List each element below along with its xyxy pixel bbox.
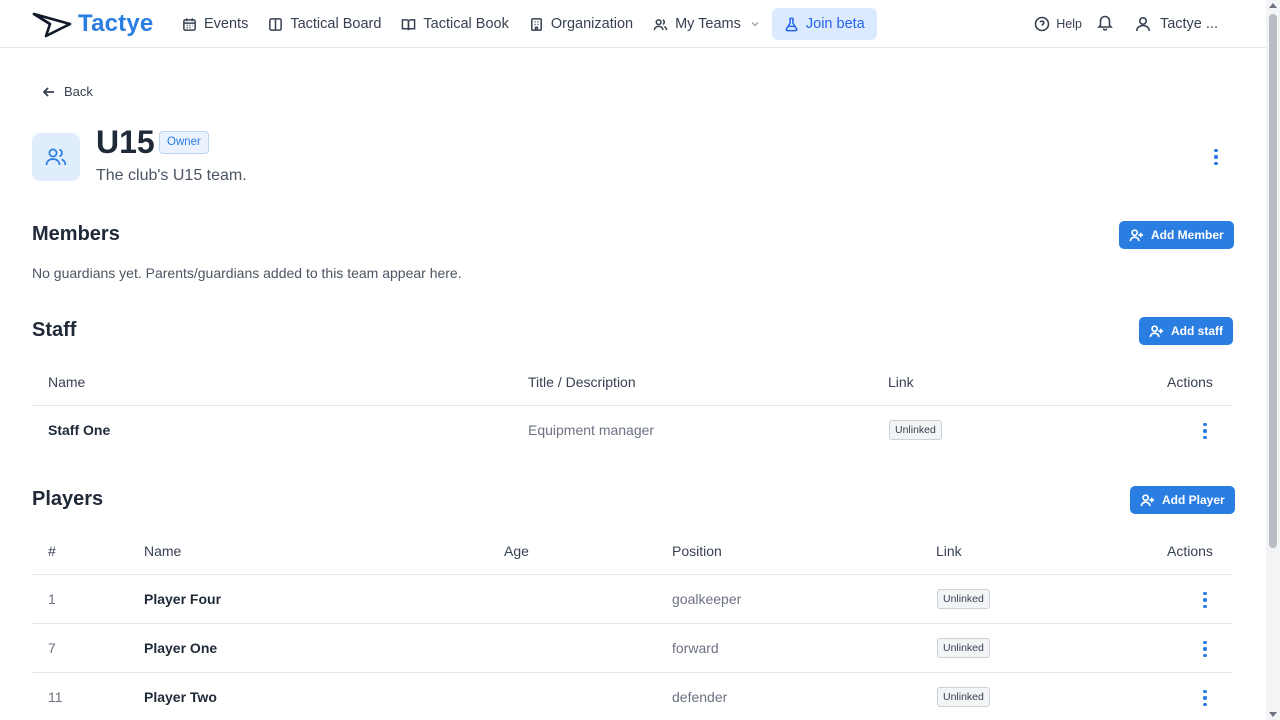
page-title: U15: [96, 124, 155, 160]
board-icon: [269, 17, 283, 31]
add-member-label: Add Member: [1151, 228, 1224, 242]
row-actions-button[interactable]: [1195, 589, 1215, 611]
nav-item-my-teams[interactable]: My Teams: [645, 8, 768, 40]
column-header-name[interactable]: Name: [144, 543, 181, 559]
nav-item-label: Tactical Book: [423, 16, 509, 32]
nav-item-label: Organization: [550, 16, 634, 32]
staff-table: Name Title / Description Link Actions St…: [32, 358, 1233, 455]
column-header-actions: Actions: [1167, 543, 1213, 559]
player-position: goalkeeper: [672, 591, 742, 607]
table-row[interactable]: 1 Player Four goalkeeper Unlinked: [32, 575, 1233, 624]
column-header-actions: Actions: [1167, 374, 1213, 390]
table-header: # Name Age Position Link Actions: [32, 527, 1233, 575]
members-empty-message: No guardians yet. Parents/guardians adde…: [32, 265, 462, 281]
top-navbar: Tactye Events Tactical Board Tactical Bo…: [0, 0, 1266, 48]
user-menu[interactable]: Tactye ...: [1134, 15, 1218, 33]
arrow-left-icon: [42, 86, 54, 97]
player-name: Player Two: [144, 689, 217, 705]
table-row[interactable]: Staff One Equipment manager Unlinked: [32, 406, 1233, 455]
staff-name: Staff One: [48, 422, 111, 438]
scroll-thumb[interactable]: [1269, 14, 1277, 548]
chevron-down-icon: [751, 22, 759, 27]
column-header-link[interactable]: Link: [936, 543, 962, 559]
back-label: Back: [64, 84, 93, 99]
scroll-up-arrow-icon[interactable]: [1269, 3, 1277, 8]
nav-item-tactical-book[interactable]: Tactical Book: [393, 8, 516, 40]
player-name: Player One: [144, 640, 218, 656]
add-staff-button[interactable]: Add staff: [1139, 317, 1233, 345]
nav-item-label: My Teams: [675, 16, 741, 32]
column-header-position[interactable]: Position: [672, 543, 722, 559]
column-header-name[interactable]: Name: [48, 374, 85, 390]
add-player-label: Add Player: [1162, 493, 1225, 507]
user-icon: [1135, 16, 1150, 32]
book-icon: [402, 18, 416, 30]
player-position: defender: [672, 689, 728, 705]
row-actions-button[interactable]: [1195, 638, 1215, 660]
table-row[interactable]: 11 Player Two defender Unlinked: [32, 673, 1233, 720]
flask-icon: [785, 17, 798, 31]
staff-title: Staff: [32, 319, 77, 341]
table-header: Name Title / Description Link Actions: [32, 358, 1233, 406]
player-number: 7: [48, 640, 56, 656]
player-number: 1: [48, 591, 56, 607]
header-tools: Help Tactye ...: [1034, 8, 1218, 40]
bell-icon: [1097, 15, 1113, 31]
column-header-age[interactable]: Age: [504, 543, 529, 559]
back-link[interactable]: Back: [42, 84, 93, 99]
column-header-link[interactable]: Link: [888, 374, 914, 390]
player-number: 11: [48, 689, 63, 705]
nav-item-label: Join beta: [805, 16, 865, 32]
help-label: Help: [1056, 17, 1082, 31]
calendar-icon: [183, 17, 196, 31]
brand-name: Tactye: [78, 10, 154, 37]
players-title: Players: [32, 488, 104, 510]
nav-item-organization[interactable]: Organization: [521, 8, 641, 40]
building-icon: [530, 17, 542, 31]
player-name: Player Four: [144, 591, 222, 607]
nav-item-events[interactable]: Events: [174, 8, 256, 40]
link-status-badge: Unlinked: [937, 687, 990, 707]
column-header-number[interactable]: #: [48, 543, 56, 559]
link-status-badge: Unlinked: [937, 638, 990, 658]
column-header-title[interactable]: Title / Description: [528, 374, 636, 390]
scroll-down-arrow-icon[interactable]: [1269, 712, 1277, 717]
add-player-button[interactable]: Add Player: [1130, 486, 1235, 514]
user-plus-icon: [1129, 228, 1144, 241]
help-circle-icon: [1034, 16, 1050, 32]
role-badge: Owner: [159, 131, 209, 154]
nav-item-tactical-board[interactable]: Tactical Board: [260, 8, 389, 40]
row-actions-button[interactable]: [1195, 687, 1215, 709]
notifications-button[interactable]: [1096, 13, 1114, 36]
help-button[interactable]: Help: [1034, 16, 1082, 32]
nav-item-label: Events: [204, 16, 249, 32]
brand-logo[interactable]: Tactye: [32, 8, 153, 40]
users-icon: [653, 18, 668, 30]
add-member-button[interactable]: Add Member: [1119, 221, 1234, 249]
link-status-badge: Unlinked: [937, 589, 990, 609]
members-title: Members: [32, 223, 120, 245]
page-scrollbar[interactable]: [1266, 0, 1280, 720]
team-options-button[interactable]: [1206, 146, 1226, 168]
player-position: forward: [672, 640, 719, 656]
team-description: The club's U15 team.: [96, 167, 247, 184]
users-icon: [45, 148, 67, 166]
players-table: # Name Age Position Link Actions 1 Playe…: [32, 527, 1233, 720]
staff-title: Equipment manager: [528, 422, 655, 438]
table-row[interactable]: 7 Player One forward Unlinked: [32, 624, 1233, 673]
link-status-badge: Unlinked: [889, 420, 942, 440]
row-actions-button[interactable]: [1195, 420, 1215, 442]
add-staff-label: Add staff: [1171, 324, 1223, 338]
user-plus-icon: [1149, 324, 1164, 337]
main-nav: Events Tactical Board Tactical Book Orga…: [174, 8, 881, 40]
team-avatar: [32, 133, 80, 181]
user-name: Tactye ...: [1159, 16, 1218, 32]
user-plus-icon: [1140, 493, 1155, 506]
nav-item-join-beta[interactable]: Join beta: [771, 8, 877, 40]
nav-item-label: Tactical Board: [290, 16, 382, 32]
logo-mark-icon: [32, 12, 72, 38]
